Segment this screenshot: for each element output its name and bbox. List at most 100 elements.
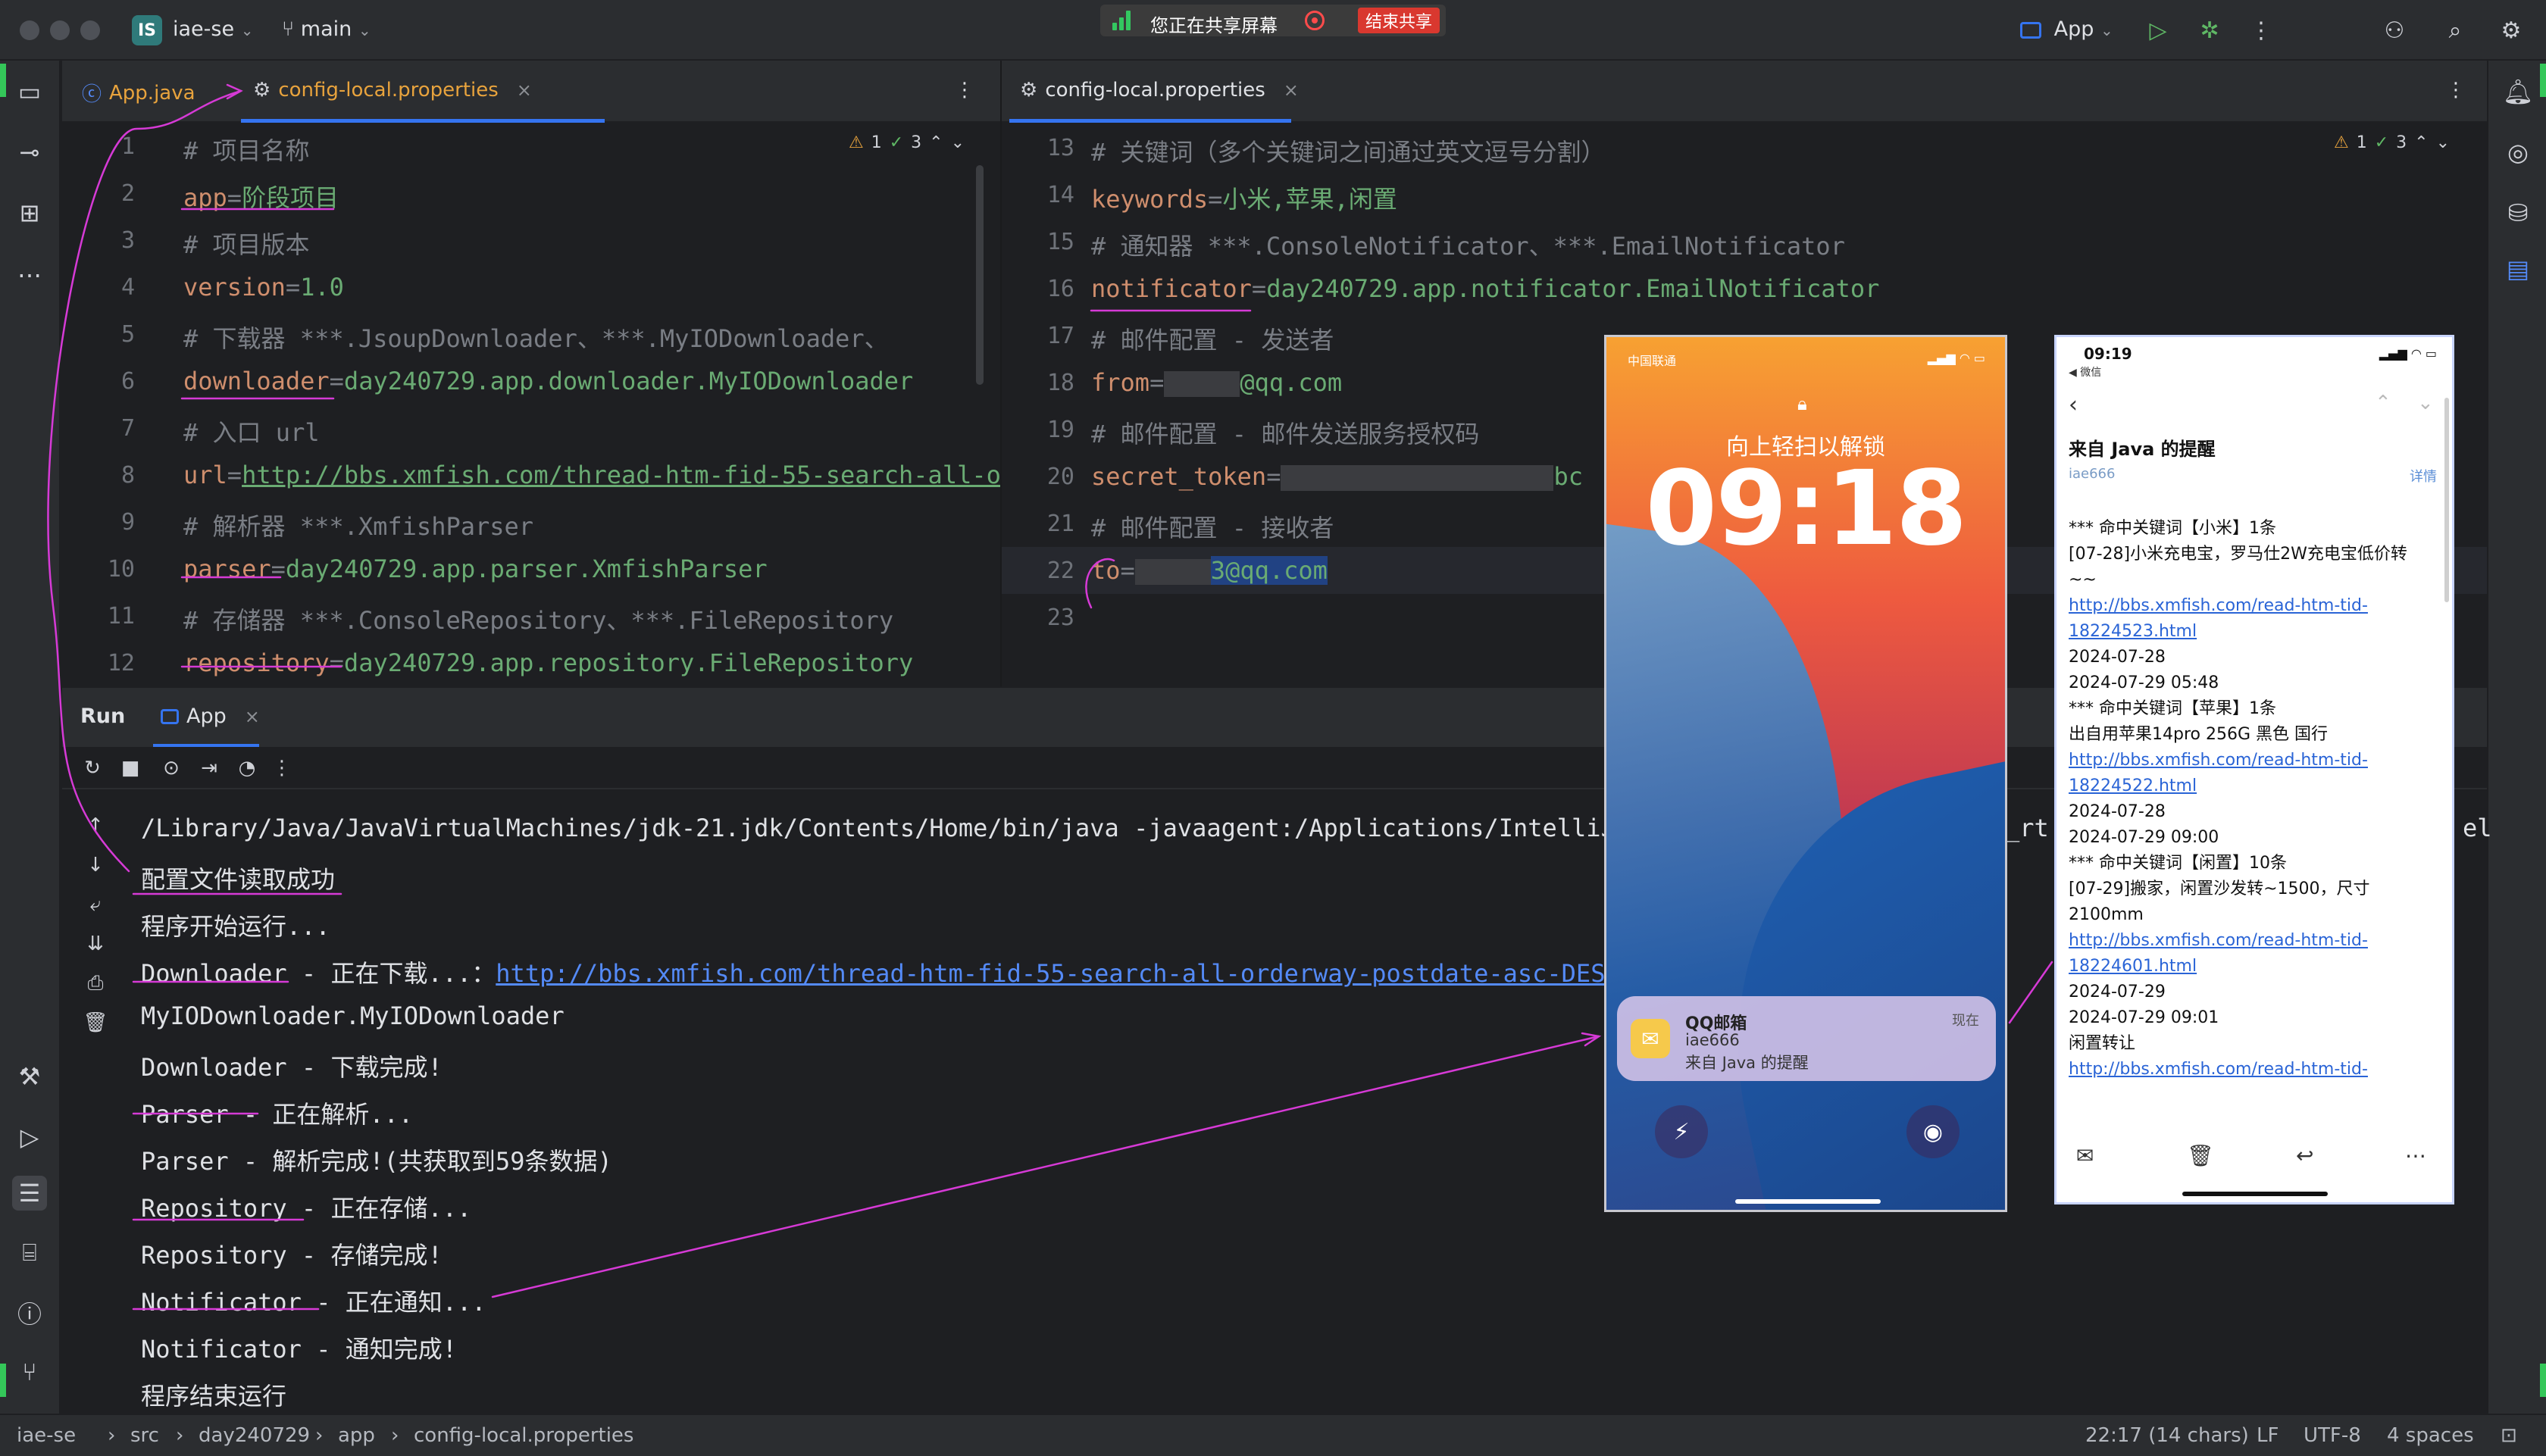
mail-icon[interactable]: ✉	[2076, 1143, 2094, 1168]
code-line[interactable]: keywords=小米,苹果,闲置	[1091, 180, 1397, 215]
line-number[interactable]: 22	[1017, 558, 1074, 584]
more-icon[interactable]: ⋮	[2244, 14, 2278, 47]
more-icon[interactable]: ⋮	[2446, 79, 2466, 102]
print-icon[interactable]: ⎙	[80, 968, 111, 998]
close-icon[interactable]: ×	[245, 706, 260, 727]
run-tool-icon[interactable]: ☰	[12, 1176, 47, 1211]
mail-link[interactable]: http://bbs.xmfish.com/read-htm-tid-	[2069, 748, 2447, 773]
database-icon[interactable]: ⛁	[2501, 195, 2535, 230]
line-number[interactable]: 10	[77, 556, 135, 583]
code-line[interactable]: downloader=day240729.app.downloader.MyIO…	[183, 367, 913, 395]
scroll-end-icon[interactable]: ⇊	[80, 929, 111, 959]
line-number[interactable]: 13	[1017, 135, 1074, 161]
mail-link[interactable]: http://bbs.xmfish.com/read-htm-tid-	[2069, 593, 2447, 619]
tab-app-java[interactable]: ⓒ App.java	[82, 79, 195, 107]
branch-selector[interactable]: ⑂ main ⌄	[282, 17, 371, 41]
line-number[interactable]: 14	[1017, 182, 1074, 208]
code-line[interactable]: from= @qq.com	[1091, 368, 1342, 397]
line-number[interactable]: 23	[1017, 605, 1074, 631]
line-number[interactable]: 11	[77, 603, 135, 630]
run-tab-app[interactable]: App ×	[161, 705, 260, 728]
scrollbar[interactable]	[976, 165, 984, 385]
code-line[interactable]: secret_token= bc	[1091, 462, 1583, 491]
services-icon[interactable]: ▷	[12, 1120, 47, 1154]
ai-assistant-icon[interactable]: ◎	[2501, 135, 2535, 170]
window-zoom-button[interactable]	[80, 20, 100, 40]
notifications-icon[interactable]: 🔔︎	[2501, 74, 2535, 109]
code-line[interactable]: # 项目名称	[183, 132, 310, 167]
reply-icon[interactable]: ↩	[2296, 1143, 2313, 1168]
project-badge[interactable]: IS	[132, 15, 162, 45]
code-line[interactable]: # 解析器 ***.XmfishParser	[183, 508, 533, 542]
code-line[interactable]: parser=day240729.app.parser.XmfishParser	[183, 555, 768, 583]
scroll-up-icon[interactable]: ↑	[80, 811, 111, 841]
line-number[interactable]: 12	[77, 650, 135, 676]
code-line[interactable]: # 关键词（多个关键词之间通过英文逗号分割）	[1091, 133, 1606, 168]
code-line[interactable]: # 下载器 ***.JsoupDownloader、***.MyIODownlo…	[183, 320, 889, 355]
project-selector[interactable]: iae-se ⌄	[173, 17, 253, 41]
code-line[interactable]: to= 3@qq.com	[1091, 556, 1328, 585]
lock-icon[interactable]: ⊡	[2501, 1424, 2517, 1447]
code-line[interactable]: # 存储器 ***.ConsoleRepository、***.FileRepo…	[183, 601, 893, 636]
console-link[interactable]: http://bbs.xmfish.com/thread-htm-fid-55-…	[496, 959, 1605, 988]
settings-icon[interactable]: ⚙	[2494, 14, 2528, 47]
more-icon[interactable]: ⋮	[955, 79, 974, 102]
structure-icon[interactable]: ⊞	[12, 195, 47, 230]
code-line[interactable]: repository=day240729.app.repository.File…	[183, 648, 913, 677]
code-line[interactable]: # 邮件配置 - 接收者	[1091, 509, 1334, 544]
breadcrumb-item[interactable]: src	[130, 1424, 159, 1447]
close-icon[interactable]: ×	[1284, 80, 1299, 101]
line-number[interactable]: 21	[1017, 511, 1074, 537]
left-editor[interactable]: 1 2 3 4 5 6 7 8 9 10 11 12 # 项目名称 app=阶段项目 # 项目版本 vers…	[62, 124, 1000, 686]
line-number[interactable]: 16	[1017, 276, 1074, 302]
mail-link[interactable]: http://bbs.xmfish.com/read-htm-tid-	[2069, 1057, 2447, 1083]
chevron-down-icon[interactable]: ⌄	[951, 133, 965, 152]
line-number[interactable]: 15	[1017, 229, 1074, 255]
scroll-down-icon[interactable]: ↓	[80, 850, 111, 880]
code-line[interactable]: # 邮件配置 - 发送者	[1091, 321, 1334, 356]
line-number[interactable]: 9	[77, 509, 135, 536]
trash-icon[interactable]: 🗑︎	[2187, 1143, 2214, 1168]
chevron-up-icon[interactable]: ⌃	[2375, 392, 2391, 414]
chevron-up-icon[interactable]: ⌃	[929, 133, 943, 152]
line-number[interactable]: 6	[77, 368, 135, 395]
line-number[interactable]: 19	[1017, 417, 1074, 443]
git-icon[interactable]: ⑂	[12, 1354, 47, 1389]
line-number[interactable]: 8	[77, 462, 135, 489]
breadcrumb-item[interactable]: day240729	[199, 1424, 310, 1447]
mail-sender[interactable]: iae666	[2069, 466, 2115, 482]
code-line[interactable]: app=阶段项目	[183, 179, 339, 214]
line-number[interactable]: 7	[77, 415, 135, 442]
mail-notification[interactable]: ✉ QQ邮箱 iae666 来自 Java 的提醒 现在	[1617, 996, 1996, 1081]
cursor-position[interactable]: 22:17 (14 chars)	[2085, 1424, 2249, 1447]
mail-detail-link[interactable]: 详情	[2410, 466, 2437, 486]
tab-config-local-properties[interactable]: ⚙ config-local.properties ×	[253, 79, 532, 102]
line-number[interactable]: 20	[1017, 464, 1074, 490]
search-icon[interactable]: ⌕	[2438, 14, 2472, 47]
back-chevron-icon[interactable]: ‹	[2069, 392, 2078, 418]
chevron-up-icon[interactable]: ⌃	[2414, 133, 2428, 152]
mail-link[interactable]: 18224601.html	[2069, 954, 2447, 980]
rerun-icon[interactable]: ↻	[77, 753, 108, 783]
inspection-widget[interactable]: ⚠ 1 ✓ 3 ⌃ ⌄	[2334, 133, 2450, 152]
back-to-app[interactable]: ◀ 微信	[2069, 364, 2101, 380]
chevron-down-icon[interactable]: ⌄	[2436, 133, 2450, 152]
line-number[interactable]: 18	[1017, 370, 1074, 396]
exit-icon[interactable]: ⇥	[194, 753, 224, 783]
breadcrumb-item[interactable]: app	[338, 1424, 375, 1447]
camera-icon[interactable]: ◉	[1906, 1105, 1960, 1158]
file-encoding[interactable]: UTF-8	[2304, 1424, 2361, 1447]
code-line[interactable]: # 通知器 ***.ConsoleNotificator、***.EmailNo…	[1091, 227, 1845, 262]
problems-icon[interactable]: ⓘ	[12, 1295, 47, 1330]
mail-link[interactable]: 18224522.html	[2069, 773, 2447, 799]
code-line[interactable]: notificator=day240729.app.notificator.Em…	[1091, 274, 1879, 303]
debug-icon[interactable]: ✲	[2193, 14, 2226, 47]
code-line[interactable]: url=http://bbs.xmfish.com/thread-htm-fid…	[183, 461, 1000, 489]
close-icon[interactable]: ×	[517, 80, 532, 101]
more-icon[interactable]: ⋮	[267, 753, 297, 783]
line-number[interactable]: 1	[77, 133, 135, 160]
window-minimize-button[interactable]	[50, 20, 70, 40]
stop-icon[interactable]: ■	[115, 753, 145, 783]
trash-icon[interactable]: 🗑︎	[80, 1008, 111, 1038]
line-number[interactable]: 2	[77, 180, 135, 207]
